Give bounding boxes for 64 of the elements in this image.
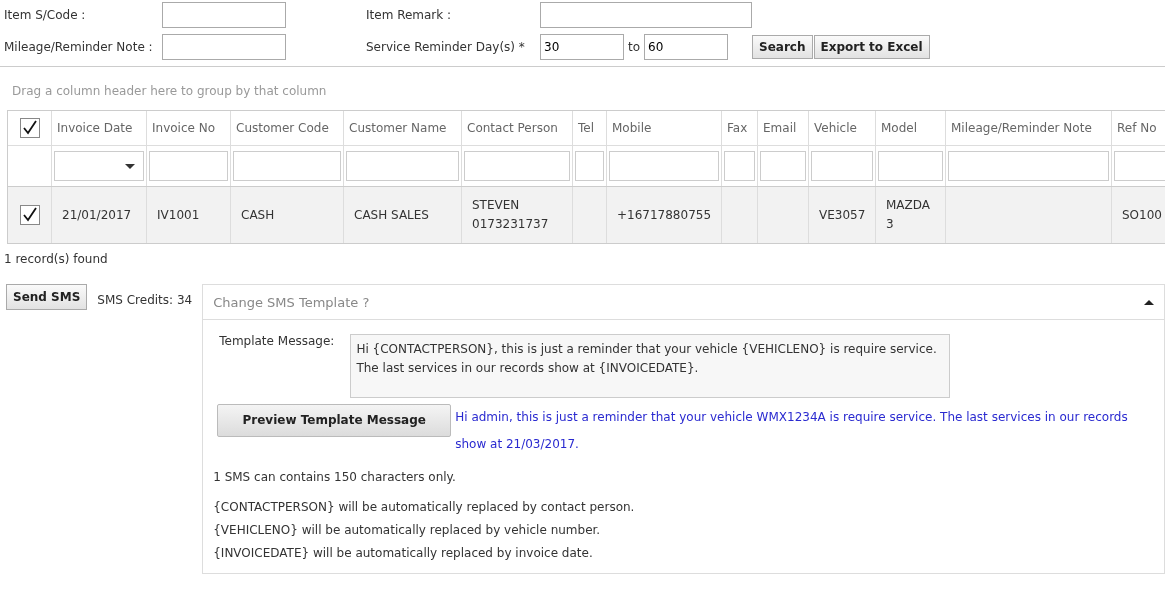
replacement-note: {INVOICEDATE} will be automatically replaced by invoice date. — [213, 545, 594, 562]
range-separator: to — [628, 40, 641, 54]
table-cell: VE3057 — [809, 187, 876, 243]
filter-field[interactable] — [609, 151, 719, 181]
caret-icon — [1144, 299, 1154, 305]
input-field[interactable] — [162, 2, 286, 28]
table-cell: CASH SALES — [344, 187, 462, 243]
input-field[interactable]: 60 — [644, 34, 729, 60]
input-field[interactable]: 30 — [540, 34, 624, 60]
column-header[interactable]: Fax — [722, 111, 758, 145]
field-label: Service Reminder Day(s) * — [366, 40, 526, 54]
field-label: Item S/Code : — [4, 8, 87, 22]
column-header[interactable]: Tel — [573, 111, 607, 145]
filter-field[interactable] — [811, 151, 873, 181]
column-header[interactable]: Customer Code — [231, 111, 344, 145]
input-field[interactable] — [540, 2, 752, 28]
caret-icon — [125, 163, 135, 169]
table-cell: IV1001 — [147, 187, 231, 243]
table-cell: 21/01/2017 — [52, 187, 147, 243]
action-button[interactable]: Export to Excel — [813, 35, 930, 59]
filter-field[interactable] — [464, 151, 570, 181]
column-header[interactable]: Ref No — [1112, 111, 1165, 145]
field-label: Item Remark : — [366, 8, 453, 22]
filter-field[interactable] — [878, 151, 943, 181]
filter-field[interactable] — [233, 151, 341, 181]
table-cell: +16717880755 — [607, 187, 722, 243]
send-sms-button[interactable]: Send SMS — [6, 284, 88, 310]
group-hint: Drag a column header here to group by that column — [11, 83, 328, 100]
message-textarea[interactable]: Hi {CONTACTPERSON}, this is just a reminder that your vehicle {VEHICLENO} is require service. The last services in our records show at {INVOICEDATE}. — [350, 334, 951, 398]
filter-field[interactable] — [948, 151, 1109, 181]
preview-button[interactable]: Preview Template Message — [217, 404, 452, 437]
field-label: Template Message: — [219, 334, 335, 350]
column-header[interactable]: Model — [876, 111, 946, 145]
column-header[interactable]: Invoice No — [147, 111, 231, 145]
sms-credits: SMS Credits: 34 — [96, 292, 194, 307]
input-field[interactable] — [162, 34, 286, 60]
filter-field[interactable] — [149, 151, 228, 181]
filter-field[interactable] — [346, 151, 459, 181]
filter-field[interactable] — [575, 151, 604, 181]
sms-note: 1 SMS can contains 150 characters only. — [213, 470, 457, 484]
column-header[interactable]: Mileage/Reminder Note — [946, 111, 1112, 145]
table-cell: STEVEN 0173231737 — [462, 187, 573, 243]
replacement-note: {CONTACTPERSON} will be automatically replaced by contact person. — [213, 499, 636, 516]
table-cell: SO100 — [1112, 187, 1165, 243]
replacement-note: {VEHICLENO} will be automatically replaced by vehicle number. — [213, 522, 602, 539]
table-row[interactable]: 21/01/2017 IV1001 CASH CASH SALES STEVEN 0173231737 +16717880755 VE3057 MAZDA 3 SO100 — [8, 187, 1165, 243]
column-header[interactable]: Email — [758, 111, 809, 145]
column-header[interactable]: Vehicle — [809, 111, 876, 145]
filter-field[interactable] — [1114, 151, 1165, 181]
field-label: Mileage/Reminder Note : — [4, 40, 154, 54]
column-header[interactable]: Contact Person — [462, 111, 573, 145]
filter-dropdown[interactable] — [54, 151, 144, 181]
action-button[interactable]: Search — [752, 35, 813, 59]
column-header[interactable]: Customer Name — [344, 111, 462, 145]
select-all-checkbox[interactable] — [19, 118, 40, 138]
record-count: 1 record(s) found — [3, 251, 109, 266]
table-cell: MAZDA 3 — [876, 187, 946, 243]
filter-field[interactable] — [760, 151, 806, 181]
filter-field[interactable] — [724, 151, 755, 181]
column-header[interactable]: Mobile — [607, 111, 722, 145]
table-cell: CASH — [231, 187, 344, 243]
column-header[interactable]: Invoice Date — [52, 111, 147, 145]
row-checkbox[interactable] — [19, 205, 40, 225]
preview-message: Hi admin, this is just a reminder that your vehicle WMX1234A is require service. The last services in our records show at 21/03/2017. — [455, 409, 1129, 453]
